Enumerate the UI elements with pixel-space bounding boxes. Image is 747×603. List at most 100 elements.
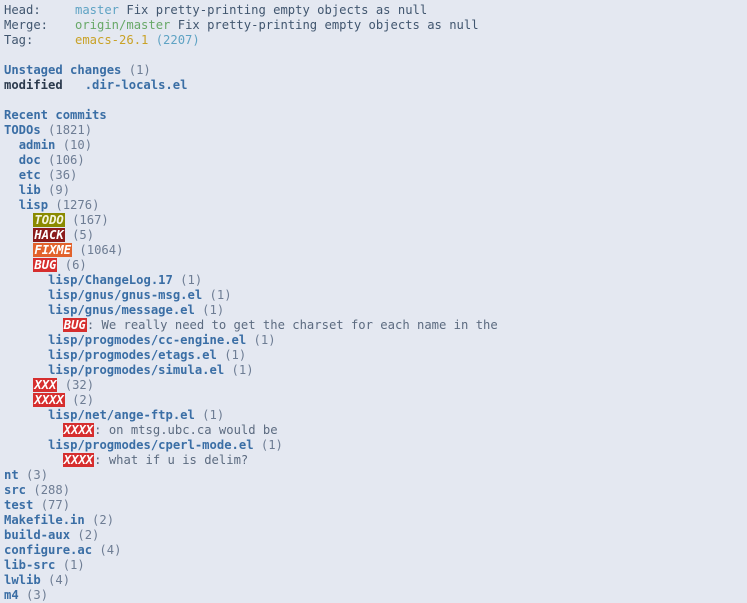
todo-node-count: (2)	[64, 393, 95, 407]
todo-node-label: Makefile.in	[4, 513, 85, 527]
unstaged-changes-label: Unstaged changes	[4, 63, 122, 77]
header-row-label: Tag:	[4, 33, 34, 47]
header-row-count: (2207)	[148, 33, 200, 47]
recent-commits-heading[interactable]: Recent commits	[4, 108, 743, 123]
header-row[interactable]: Merge: origin/master Fix pretty-printing …	[4, 18, 743, 33]
todo-node-count: (1276)	[48, 198, 100, 212]
todo-node-label: lisp/progmodes/etags.el	[48, 348, 217, 362]
todo-node-label: lib-src	[4, 558, 56, 572]
todo-keyword-node[interactable]: BUG (6)	[4, 258, 743, 273]
keyword-badge-xxx: XXX	[33, 378, 58, 392]
todo-tree-node[interactable]: configure.ac (4)	[4, 543, 743, 558]
keyword-badge-bug: BUG	[62, 318, 87, 332]
header-row-label: Merge:	[4, 18, 49, 32]
todo-keyword-node[interactable]: XXXX (2)	[4, 393, 743, 408]
todo-tree-node[interactable]: doc (106)	[4, 153, 743, 168]
todo-tree-node[interactable]: lisp/net/ange-ftp.el (1)	[4, 408, 743, 423]
todo-tree-node[interactable]: lisp/gnus/message.el (1)	[4, 303, 743, 318]
todo-tree-node[interactable]: lisp/progmodes/cperl-mode.el (1)	[4, 438, 743, 453]
todo-tree-node[interactable]: admin (10)	[4, 138, 743, 153]
todo-comment-row[interactable]: BUG: We really need to get the charset f…	[4, 318, 743, 333]
todo-node-label: src	[4, 483, 27, 497]
todo-tree-node[interactable]: lisp/progmodes/etags.el (1)	[4, 348, 743, 363]
file-name[interactable]: .dir-locals.el	[85, 78, 188, 92]
todo-node-count: (3)	[18, 468, 49, 482]
todo-node-count: (1)	[172, 273, 203, 287]
unstaged-changes-heading[interactable]: Unstaged changes (1)	[4, 63, 743, 78]
todo-node-label: lisp/progmodes/cc-engine.el	[48, 333, 247, 347]
todo-keyword-node[interactable]: FIXME (1064)	[4, 243, 743, 258]
todo-tree-node[interactable]: lisp/progmodes/simula.el (1)	[4, 363, 743, 378]
todo-tree-node[interactable]: lib (9)	[4, 183, 743, 198]
todo-node-count: (106)	[40, 153, 85, 167]
header-row[interactable]: Head: master Fix pretty-printing empty ob…	[4, 3, 743, 18]
todos-count: (1821)	[48, 123, 93, 137]
todo-node-label: configure.ac	[4, 543, 93, 557]
header-row[interactable]: Tag: emacs-26.1 (2207)	[4, 33, 743, 48]
todo-tree-node[interactable]: lisp/ChangeLog.17 (1)	[4, 273, 743, 288]
todo-node-count: (9)	[40, 183, 71, 197]
todo-node-count: (36)	[40, 168, 78, 182]
keyword-badge-xxx: XXXX	[62, 453, 95, 467]
todo-node-count: (1)	[194, 303, 225, 317]
todo-tree-node[interactable]: etc (36)	[4, 168, 743, 183]
todo-tree-node[interactable]: lisp (1276)	[4, 198, 743, 213]
todo-node-label: lisp/gnus/gnus-msg.el	[48, 288, 203, 302]
todo-node-count: (2)	[84, 513, 115, 527]
todo-tree-node[interactable]: lib-src (1)	[4, 558, 743, 573]
todos-heading[interactable]: TODOs (1821)	[4, 123, 743, 138]
todo-tree-node[interactable]: build-aux (2)	[4, 528, 743, 543]
header-row-value[interactable]: master	[75, 3, 119, 17]
todo-comment-row[interactable]: XXXX: what if u is delim?	[4, 453, 743, 468]
todo-keyword-node[interactable]: TODO (167)	[4, 213, 743, 228]
todo-node-label: lisp/ChangeLog.17	[48, 273, 173, 287]
keyword-badge-xxx: XXXX	[33, 393, 65, 407]
todo-node-label: lwlib	[4, 573, 41, 587]
todo-node-label: lib	[18, 183, 41, 197]
todo-tree-node[interactable]: lisp/progmodes/cc-engine.el (1)	[4, 333, 743, 348]
todo-keyword-node[interactable]: XXX (32)	[4, 378, 743, 393]
todo-node-count: (1)	[55, 558, 85, 572]
file-status: modified	[4, 78, 63, 92]
todo-node-count: (3)	[18, 588, 49, 602]
todo-node-label: lisp/gnus/message.el	[48, 303, 195, 317]
header-row-value[interactable]: origin/master	[75, 18, 170, 32]
todo-node-count: (10)	[55, 138, 93, 152]
todo-node-count: (1)	[246, 333, 276, 347]
todo-node-count: (4)	[92, 543, 122, 557]
keyword-badge-bug: BUG	[33, 258, 58, 272]
keyword-badge-hack: HACK	[33, 228, 65, 242]
todo-comment-row[interactable]: XXXX: on mtsg.ubc.ca would be	[4, 423, 743, 438]
header-row-value[interactable]: emacs-26.1	[75, 33, 148, 47]
header-row-label: Head:	[4, 3, 41, 17]
header-row-message: Fix pretty-printing empty objects as nul…	[170, 18, 479, 32]
todo-node-label: lisp/net/ange-ftp.el	[48, 408, 195, 422]
todo-node-count: (5)	[64, 228, 95, 242]
todo-node-count: (1)	[202, 288, 232, 302]
todo-tree-node[interactable]: nt (3)	[4, 468, 743, 483]
todos-tree: admin (10) doc (106) etc (36) lib (9) lisp (…	[4, 138, 743, 603]
todo-tree-node[interactable]: lwlib (4)	[4, 573, 743, 588]
todo-tree-node[interactable]: test (77)	[4, 498, 743, 513]
todo-comment-text: : what if u is delim?	[94, 453, 249, 467]
todos-label: TODOs	[4, 123, 41, 137]
magit-status-buffer[interactable]: Head: master Fix pretty-printing empty ob…	[0, 0, 743, 602]
todo-node-count: (6)	[57, 258, 87, 272]
todo-node-count: (4)	[40, 573, 71, 587]
todo-tree-node[interactable]: src (288)	[4, 483, 743, 498]
todo-node-count: (1)	[253, 438, 283, 452]
todo-node-label: lisp	[18, 198, 49, 212]
todo-node-label: doc	[18, 153, 41, 167]
todo-node-label: lisp/progmodes/cperl-mode.el	[48, 438, 254, 452]
todo-keyword-node[interactable]: HACK (5)	[4, 228, 743, 243]
todo-tree-node[interactable]: lisp/gnus/gnus-msg.el (1)	[4, 288, 743, 303]
todo-tree-node[interactable]: Makefile.in (2)	[4, 513, 743, 528]
todo-node-count: (1064)	[72, 243, 124, 257]
keyword-badge-fixme: FIXME	[33, 243, 73, 257]
todo-node-count: (1)	[224, 363, 254, 377]
unstaged-file-list: modified .dir-locals.el	[4, 78, 743, 93]
unstaged-file-row[interactable]: modified .dir-locals.el	[4, 78, 743, 93]
header-row-message: Fix pretty-printing empty objects as nul…	[119, 3, 428, 17]
